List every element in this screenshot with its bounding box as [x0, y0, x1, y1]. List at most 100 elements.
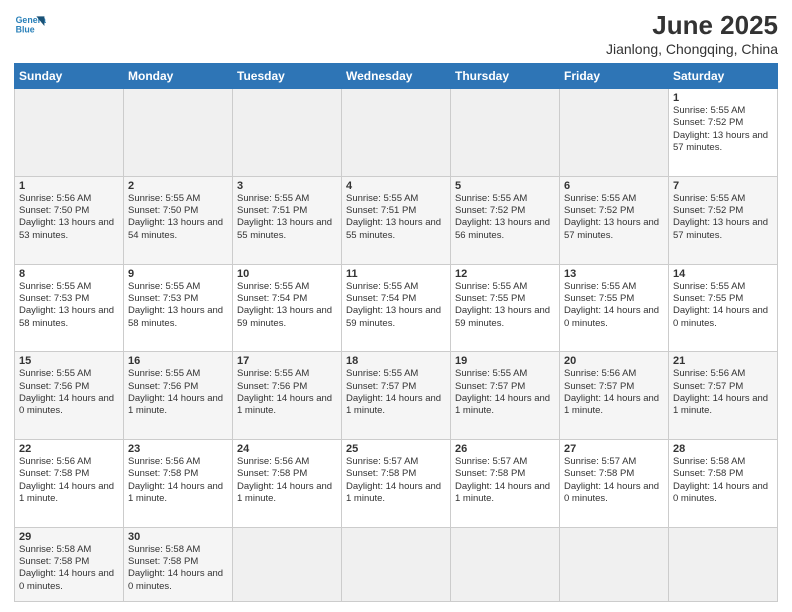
day-number: 5: [455, 180, 555, 192]
daylight: Daylight: 13 hours and 55 minutes.: [346, 217, 446, 242]
table-row: 19Sunrise: 5:55 AMSunset: 7:57 PMDayligh…: [451, 352, 560, 440]
sunset: Sunset: 7:52 PM: [673, 117, 773, 129]
sunset: Sunset: 7:56 PM: [128, 381, 228, 393]
daylight: Daylight: 14 hours and 1 minute.: [455, 393, 555, 418]
sunrise: Sunrise: 5:56 AM: [128, 456, 228, 468]
daylight: Daylight: 14 hours and 0 minutes.: [564, 481, 664, 506]
col-tuesday: Tuesday: [233, 64, 342, 89]
day-number: 7: [673, 180, 773, 192]
sunset: Sunset: 7:57 PM: [346, 381, 446, 393]
day-number: 30: [128, 531, 228, 543]
table-row: 22Sunrise: 5:56 AMSunset: 7:58 PMDayligh…: [15, 440, 124, 528]
col-friday: Friday: [560, 64, 669, 89]
table-row: 6Sunrise: 5:55 AMSunset: 7:52 PMDaylight…: [560, 176, 669, 264]
sunrise: Sunrise: 5:55 AM: [673, 105, 773, 117]
daylight: Daylight: 14 hours and 1 minute.: [128, 393, 228, 418]
table-row: [451, 527, 560, 601]
sunset: Sunset: 7:55 PM: [455, 293, 555, 305]
day-number: 23: [128, 443, 228, 455]
sunset: Sunset: 7:58 PM: [346, 468, 446, 480]
table-row: 13Sunrise: 5:55 AMSunset: 7:55 PMDayligh…: [560, 264, 669, 352]
sunrise: Sunrise: 5:58 AM: [19, 544, 119, 556]
table-row: 14Sunrise: 5:55 AMSunset: 7:55 PMDayligh…: [669, 264, 778, 352]
sunset: Sunset: 7:57 PM: [564, 381, 664, 393]
day-number: 13: [564, 268, 664, 280]
day-number: 14: [673, 268, 773, 280]
day-number: 27: [564, 443, 664, 455]
daylight: Daylight: 14 hours and 1 minute.: [673, 393, 773, 418]
daylight: Daylight: 14 hours and 1 minute.: [237, 481, 337, 506]
table-row: [669, 527, 778, 601]
sunset: Sunset: 7:58 PM: [673, 468, 773, 480]
day-number: 12: [455, 268, 555, 280]
day-number: 6: [564, 180, 664, 192]
day-number: 15: [19, 355, 119, 367]
sunrise: Sunrise: 5:55 AM: [346, 368, 446, 380]
day-number: 22: [19, 443, 119, 455]
day-number: 21: [673, 355, 773, 367]
table-row: 20Sunrise: 5:56 AMSunset: 7:57 PMDayligh…: [560, 352, 669, 440]
day-number: 2: [128, 180, 228, 192]
sunrise: Sunrise: 5:57 AM: [564, 456, 664, 468]
sunrise: Sunrise: 5:55 AM: [673, 281, 773, 293]
logo-icon: General Blue: [14, 10, 46, 42]
daylight: Daylight: 14 hours and 0 minutes.: [673, 481, 773, 506]
table-row: 7Sunrise: 5:55 AMSunset: 7:52 PMDaylight…: [669, 176, 778, 264]
sunrise: Sunrise: 5:56 AM: [19, 193, 119, 205]
sunrise: Sunrise: 5:57 AM: [455, 456, 555, 468]
table-row: [233, 527, 342, 601]
calendar-title: June 2025: [606, 10, 778, 41]
daylight: Daylight: 14 hours and 0 minutes.: [19, 568, 119, 593]
table-row: 11Sunrise: 5:55 AMSunset: 7:54 PMDayligh…: [342, 264, 451, 352]
sunrise: Sunrise: 5:55 AM: [19, 368, 119, 380]
sunset: Sunset: 7:58 PM: [128, 468, 228, 480]
daylight: Daylight: 14 hours and 0 minutes.: [564, 305, 664, 330]
daylight: Daylight: 14 hours and 1 minute.: [346, 393, 446, 418]
sunrise: Sunrise: 5:56 AM: [237, 456, 337, 468]
daylight: Daylight: 14 hours and 1 minute.: [19, 481, 119, 506]
sunset: Sunset: 7:53 PM: [128, 293, 228, 305]
daylight: Daylight: 13 hours and 58 minutes.: [128, 305, 228, 330]
daylight: Daylight: 14 hours and 0 minutes.: [128, 568, 228, 593]
sunrise: Sunrise: 5:55 AM: [455, 281, 555, 293]
sunset: Sunset: 7:58 PM: [19, 468, 119, 480]
col-sunday: Sunday: [15, 64, 124, 89]
sunset: Sunset: 7:58 PM: [237, 468, 337, 480]
sunrise: Sunrise: 5:58 AM: [128, 544, 228, 556]
table-row: 12Sunrise: 5:55 AMSunset: 7:55 PMDayligh…: [451, 264, 560, 352]
calendar-subtitle: Jianlong, Chongqing, China: [606, 41, 778, 57]
table-row: 29Sunrise: 5:58 AMSunset: 7:58 PMDayligh…: [15, 527, 124, 601]
sunrise: Sunrise: 5:55 AM: [237, 193, 337, 205]
daylight: Daylight: 13 hours and 53 minutes.: [19, 217, 119, 242]
day-number: 25: [346, 443, 446, 455]
table-row: 1Sunrise: 5:55 AMSunset: 7:52 PMDaylight…: [669, 89, 778, 177]
sunset: Sunset: 7:51 PM: [346, 205, 446, 217]
table-row: [124, 89, 233, 177]
sunrise: Sunrise: 5:56 AM: [19, 456, 119, 468]
page: General Blue June 2025 Jianlong, Chongqi…: [0, 0, 792, 612]
day-number: 11: [346, 268, 446, 280]
sunset: Sunset: 7:58 PM: [455, 468, 555, 480]
table-row: [451, 89, 560, 177]
daylight: Daylight: 13 hours and 55 minutes.: [237, 217, 337, 242]
table-row: 23Sunrise: 5:56 AMSunset: 7:58 PMDayligh…: [124, 440, 233, 528]
daylight: Daylight: 14 hours and 1 minute.: [564, 393, 664, 418]
svg-text:Blue: Blue: [16, 24, 35, 34]
sunset: Sunset: 7:58 PM: [564, 468, 664, 480]
sunset: Sunset: 7:56 PM: [19, 381, 119, 393]
sunrise: Sunrise: 5:55 AM: [128, 281, 228, 293]
day-number: 3: [237, 180, 337, 192]
daylight: Daylight: 14 hours and 1 minute.: [237, 393, 337, 418]
table-row: 27Sunrise: 5:57 AMSunset: 7:58 PMDayligh…: [560, 440, 669, 528]
sunset: Sunset: 7:58 PM: [128, 556, 228, 568]
col-wednesday: Wednesday: [342, 64, 451, 89]
table-row: 17Sunrise: 5:55 AMSunset: 7:56 PMDayligh…: [233, 352, 342, 440]
sunset: Sunset: 7:55 PM: [564, 293, 664, 305]
col-saturday: Saturday: [669, 64, 778, 89]
daylight: Daylight: 14 hours and 1 minute.: [128, 481, 228, 506]
day-number: 16: [128, 355, 228, 367]
sunrise: Sunrise: 5:55 AM: [237, 281, 337, 293]
daylight: Daylight: 14 hours and 0 minutes.: [19, 393, 119, 418]
daylight: Daylight: 13 hours and 54 minutes.: [128, 217, 228, 242]
sunset: Sunset: 7:50 PM: [128, 205, 228, 217]
